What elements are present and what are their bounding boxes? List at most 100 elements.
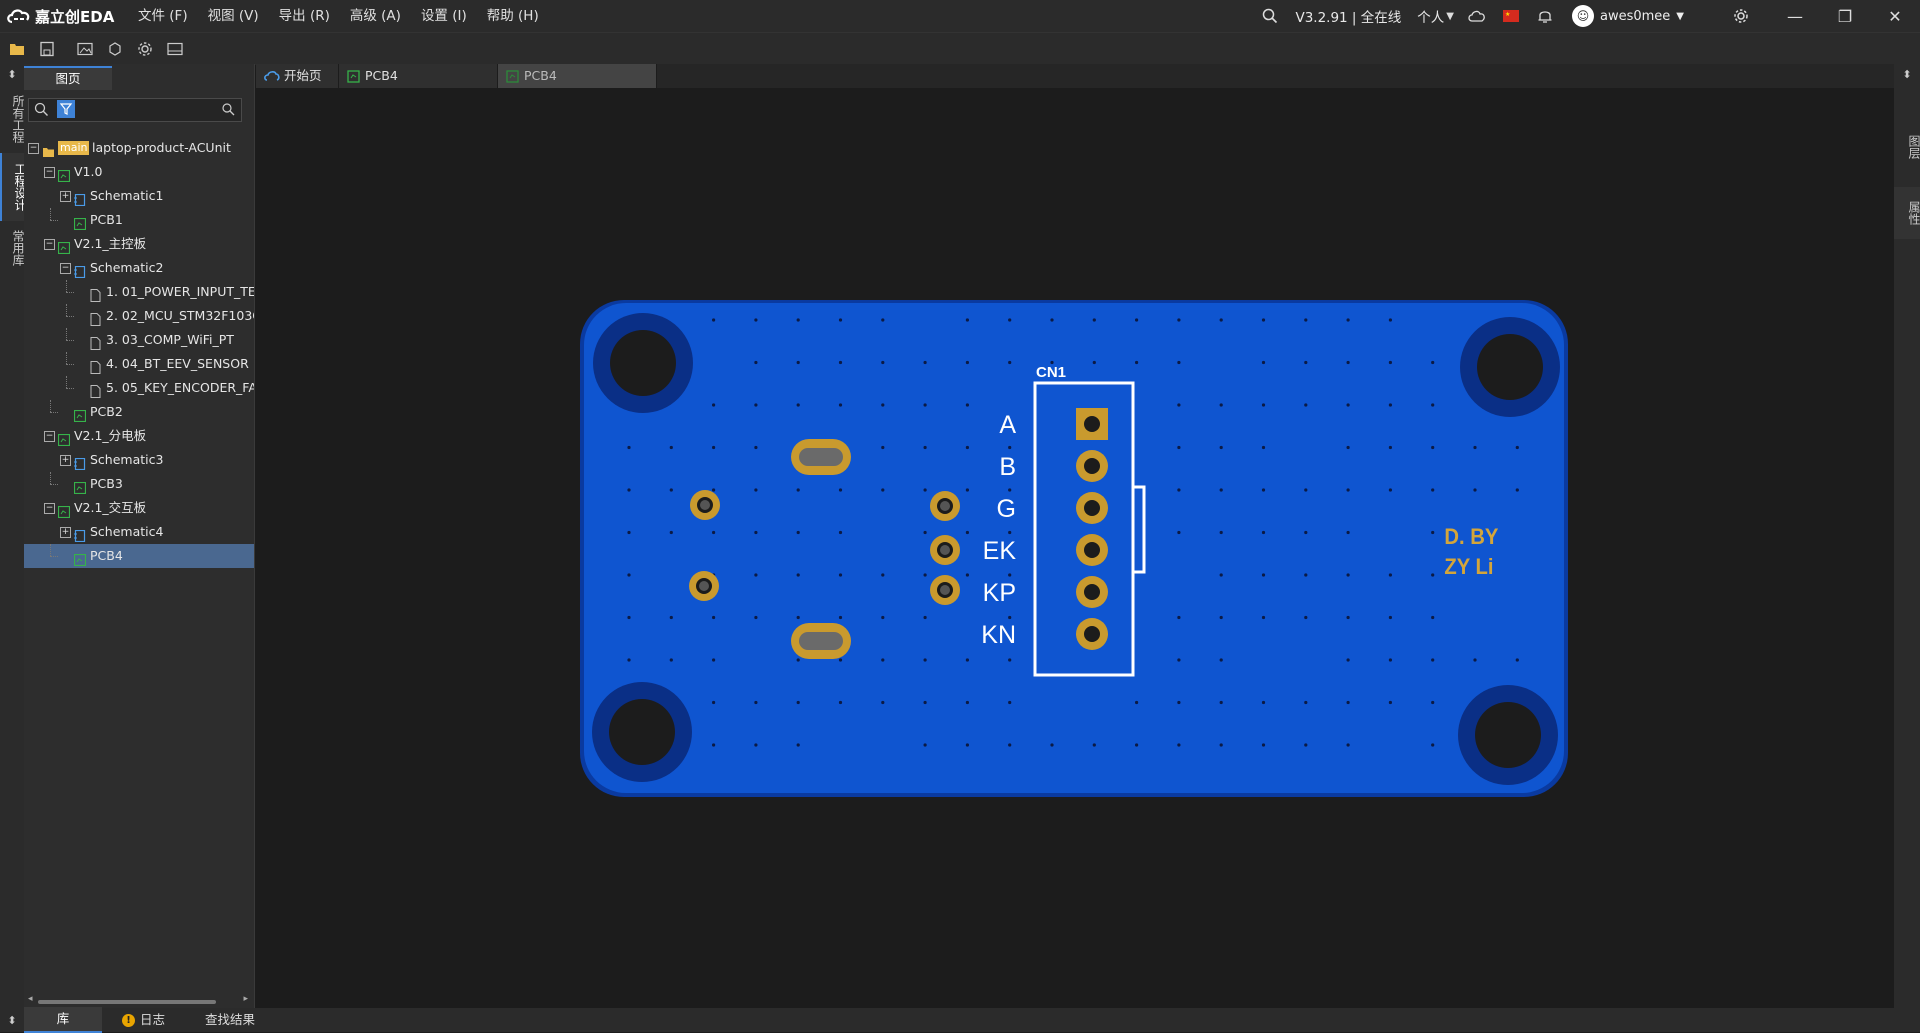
collapse-toggle-icon[interactable]: − [44,167,55,178]
pin-icon[interactable]: ⬍ [0,1010,24,1031]
panel-toggle-icon[interactable] [162,36,188,62]
chevron-down-icon[interactable]: ▼ [1446,11,1454,22]
via [1135,743,1139,747]
pin-label: KN [981,621,1016,649]
tree-item[interactable]: − main laptop-product-ACUnit [24,136,254,160]
tab-start-page[interactable]: 开始页 [256,64,339,88]
pin-icon[interactable]: ⬍ [1894,64,1920,85]
menu-help[interactable]: 帮助 (H) [477,0,549,32]
tab-project-design[interactable]: 工程设计 [0,153,27,221]
tree-item[interactable]: − Schematic2 [24,256,254,280]
collapse-toggle-icon[interactable]: − [44,431,55,442]
tree-connector-line [66,352,67,364]
board-icon [57,238,71,255]
settings-icon[interactable] [132,36,158,62]
tab-pcb4[interactable]: PCB4 [339,64,498,88]
via [754,445,758,450]
menu-file[interactable]: 文件 (F) [128,0,198,32]
profile-dropdown[interactable]: 个人 [1409,6,1446,26]
menu-export[interactable]: 导出 (R) [269,0,340,32]
collapse-toggle-icon[interactable]: + [60,455,71,466]
search-icon[interactable] [222,103,235,116]
via [923,700,927,705]
pcb-3d-canvas[interactable]: CN1 A B G EK KP KN D. BY ZY Li [256,88,1894,1008]
via [1177,445,1181,450]
scroll-right-icon[interactable]: ▸ [243,994,248,1004]
via [1431,743,1435,747]
tab-sheets[interactable]: 图页 [24,66,112,90]
pcb-icon [73,478,87,495]
search-icon[interactable] [1253,0,1287,32]
tree-search-box[interactable] [28,98,242,122]
tab-all-projects[interactable]: 所有工程 [0,85,25,153]
bell-icon[interactable] [1528,0,1562,32]
component-icon[interactable] [102,36,128,62]
scrollbar-thumb[interactable] [38,1000,216,1004]
close-button[interactable]: ✕ [1870,0,1920,32]
user-menu[interactable]: ☺ awes0mee ▼ [1562,5,1724,27]
search-icon[interactable] [34,102,49,117]
tree-item[interactable]: − V2.1_交互板 [24,496,254,520]
cloud-icon[interactable] [1460,0,1494,32]
via [1261,360,1266,365]
tree-horizontal-scrollbar[interactable]: ◂ ▸ [28,994,248,1006]
tab-layers[interactable]: 图层 [1894,121,1920,173]
save-icon[interactable] [34,36,60,62]
open-folder-icon[interactable] [4,36,30,62]
tree-item[interactable]: 2. 02_MCU_STM32F103C [24,304,254,328]
tree-item[interactable]: + Schematic3 [24,448,254,472]
branch-badge: main [58,141,90,155]
tree-item[interactable]: PCB3 [24,472,254,496]
tree-item[interactable]: − V1.0 [24,160,254,184]
tab-pcb4-3d[interactable]: PCB4 [498,64,657,88]
collapse-toggle-icon[interactable]: − [44,503,55,514]
via [1135,700,1139,705]
collapse-toggle-icon[interactable]: − [44,239,55,250]
tab-log[interactable]: ! 日志 [102,1008,185,1032]
collapse-toggle-icon[interactable]: + [60,191,71,202]
restore-button[interactable]: ❐ [1820,0,1870,32]
tab-common-library[interactable]: 常用库 [0,221,25,275]
menu-advanced[interactable]: 高级 (A) [340,0,411,32]
tree-item[interactable]: 5. 05_KEY_ENCODER_FAI [24,376,254,400]
gear-icon[interactable] [1724,0,1758,32]
tree-item[interactable]: + Schematic4 [24,520,254,544]
tree-item[interactable]: 3. 03_COMP_WiFi_PT [24,328,254,352]
collapse-toggle-icon[interactable]: − [60,263,71,274]
tree-item[interactable]: + Schematic1 [24,184,254,208]
via [1431,360,1435,365]
tab-properties[interactable]: 属性 [1894,187,1920,239]
left-side-strip: ⬍ 所有工程 工程设计 常用库 [0,64,27,1008]
folder-icon [42,142,54,157]
tab-library[interactable]: 库 [24,1007,102,1033]
tree-item[interactable]: − V2.1_主控板 [24,232,254,256]
via [1261,743,1266,747]
tree-item[interactable]: PCB1 [24,208,254,232]
scroll-left-icon[interactable]: ◂ [28,994,33,1004]
via [838,403,843,407]
image-icon[interactable] [72,36,98,62]
pcb-icon [73,406,87,423]
slot-drill [799,632,843,650]
tree-item[interactable]: PCB2 [24,400,254,424]
collapse-toggle-icon[interactable]: − [28,143,39,154]
menu-view[interactable]: 视图 (V) [198,0,269,32]
menu-settings[interactable]: 设置 (I) [411,0,477,32]
minimize-button[interactable]: — [1770,0,1820,32]
via [1473,658,1477,662]
pin-icon[interactable]: ⬍ [0,64,24,85]
tree-item[interactable]: − V2.1_分电板 [24,424,254,448]
collapse-toggle-icon[interactable]: + [60,527,71,538]
via [923,403,927,407]
filter-icon[interactable] [57,100,75,118]
app-logo[interactable]: 嘉立创EDA [6,5,114,27]
via [796,488,800,492]
tree-item[interactable]: 4. 04_BT_EEV_SENSOR [24,352,254,376]
sheet-icon [90,286,102,302]
tree-item[interactable]: 1. 01_POWER_INPUT_TE [24,280,254,304]
tab-search-results[interactable]: 查找结果 [185,1008,275,1032]
tree-item[interactable]: PCB4 [24,544,254,568]
credit-text-line-1: D. BY [1444,525,1498,549]
via [1431,530,1435,535]
flag-icon[interactable]: ★ [1494,0,1528,32]
